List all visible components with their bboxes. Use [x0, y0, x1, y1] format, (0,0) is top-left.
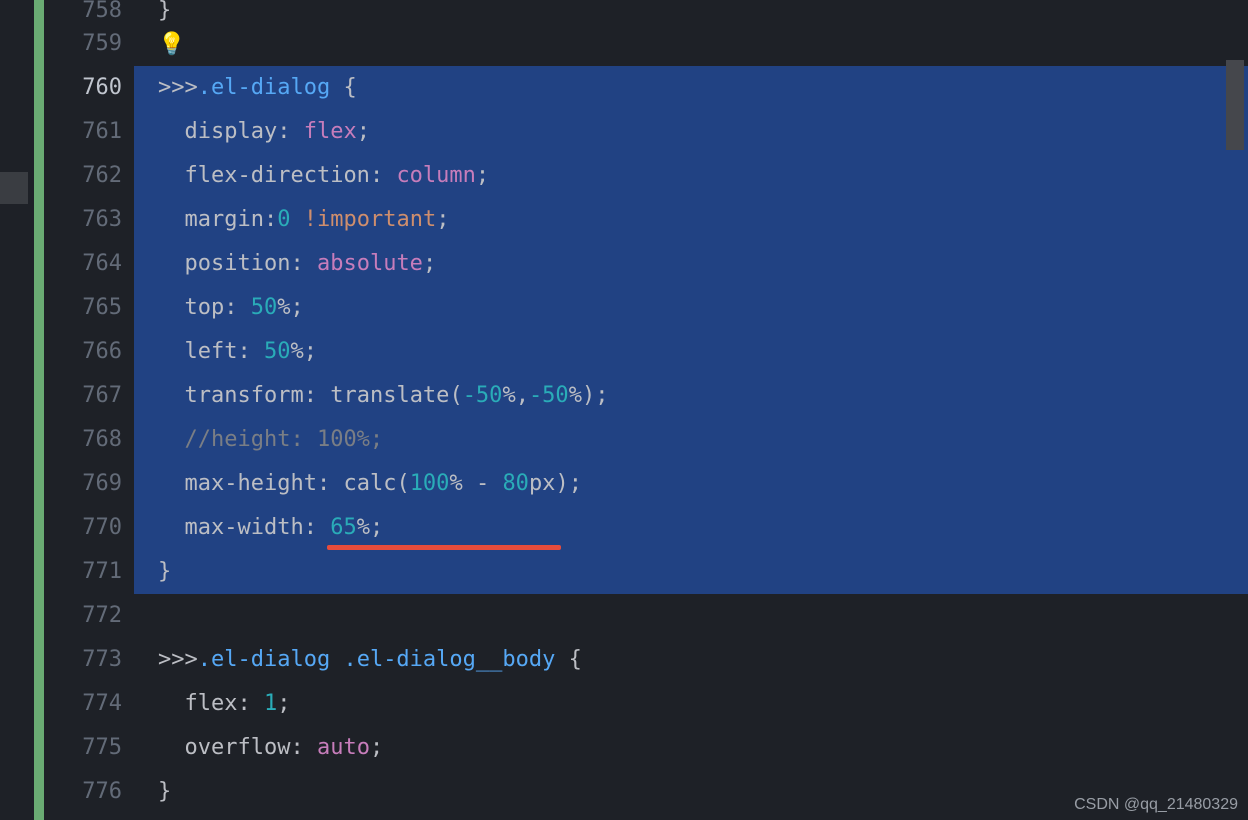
css-value: flex	[304, 119, 357, 144]
line-number: 762	[44, 154, 122, 198]
code-line[interactable]: }	[134, 550, 1248, 594]
brace: {	[569, 647, 582, 672]
editor-left-margin	[0, 0, 34, 820]
code-line[interactable]: top: 50%;	[134, 286, 1248, 330]
code-line[interactable]: overflow: auto;	[134, 726, 1248, 770]
css-unit: %	[290, 339, 303, 364]
line-number: 775	[44, 726, 122, 770]
line-numbers: 758 759 760 761 762 763 764 765 766 767 …	[44, 0, 134, 820]
code-line[interactable]: flex-direction: column;	[134, 154, 1248, 198]
brace: }	[158, 779, 171, 804]
css-unit: %	[449, 471, 462, 496]
code-line[interactable]: max-width: 65%;	[134, 506, 1248, 550]
css-property: display	[185, 119, 278, 144]
code-line[interactable]: transform: translate(-50%,-50%);	[134, 374, 1248, 418]
code-line[interactable]: display: flex;	[134, 110, 1248, 154]
css-number: -50	[529, 383, 569, 408]
css-property: left	[185, 339, 238, 364]
css-value: auto	[317, 735, 370, 760]
active-indicator	[0, 172, 28, 204]
css-property: top	[185, 295, 225, 320]
selector-class: .el-dialog	[198, 75, 330, 100]
css-number: 0	[277, 207, 290, 232]
css-value: column	[396, 163, 475, 188]
line-number: 763	[44, 198, 122, 242]
gutter: 758 759 760 761 762 763 764 765 766 767 …	[34, 0, 134, 820]
scrollbar-thumb[interactable]	[1226, 60, 1244, 150]
css-number: -50	[463, 383, 503, 408]
css-property: max-width	[185, 515, 304, 540]
css-value: absolute	[317, 251, 423, 276]
code-line[interactable]: //height: 100%;	[134, 418, 1248, 462]
code-area[interactable]: } 💡 >>>.el-dialog { display: flex; flex-…	[134, 0, 1248, 820]
code-line[interactable]: position: absolute;	[134, 242, 1248, 286]
css-unit: %	[502, 383, 515, 408]
css-property: transform	[185, 383, 304, 408]
operator: -	[476, 471, 489, 496]
line-number: 760	[44, 66, 122, 110]
line-number: 764	[44, 242, 122, 286]
line-number: 767	[44, 374, 122, 418]
code-line[interactable]: 💡	[134, 22, 1248, 66]
css-number: 65	[330, 515, 357, 540]
css-unit: %	[357, 515, 370, 540]
brace: }	[158, 559, 171, 584]
css-property: flex	[185, 691, 238, 716]
line-number: 772	[44, 594, 122, 638]
css-number: 50	[264, 339, 291, 364]
code-line[interactable]	[134, 594, 1248, 638]
line-number: 771	[44, 550, 122, 594]
line-number: 759	[44, 22, 122, 66]
css-function: translate	[330, 383, 449, 408]
css-unit: %	[277, 295, 290, 320]
line-number: 761	[44, 110, 122, 154]
brace: }	[158, 0, 171, 23]
css-unit: px	[529, 471, 556, 496]
css-comment: //height: 100%;	[185, 427, 384, 452]
code-line[interactable]: flex: 1;	[134, 682, 1248, 726]
combinator: >>>	[158, 75, 198, 100]
css-number: 50	[251, 295, 278, 320]
css-property: overflow	[185, 735, 291, 760]
selector-class: .el-dialog	[198, 647, 330, 672]
line-number: 774	[44, 682, 122, 726]
line-number: 758	[44, 0, 122, 22]
red-underline-annotation	[327, 545, 561, 550]
line-number: 768	[44, 418, 122, 462]
line-number: 765	[44, 286, 122, 330]
brace: {	[343, 75, 356, 100]
line-number: 766	[44, 330, 122, 374]
css-number: 1	[264, 691, 277, 716]
code-line[interactable]: margin:0 !important;	[134, 198, 1248, 242]
css-important: !important	[304, 207, 436, 232]
code-line[interactable]: }	[134, 0, 1248, 22]
css-unit: %	[569, 383, 582, 408]
line-number: 770	[44, 506, 122, 550]
code-line[interactable]: >>>.el-dialog .el-dialog__body {	[134, 638, 1248, 682]
css-property: flex-direction	[185, 163, 370, 188]
css-property: max-height	[185, 471, 317, 496]
selector-class: .el-dialog__body	[343, 647, 555, 672]
vcs-change-bar[interactable]	[34, 0, 44, 820]
watermark: CSDN @qq_21480329	[1074, 796, 1238, 814]
css-function: calc	[343, 471, 396, 496]
code-line[interactable]: max-height: calc(100% - 80px);	[134, 462, 1248, 506]
lightbulb-icon[interactable]: 💡	[158, 32, 185, 57]
css-property: position	[185, 251, 291, 276]
css-number: 100	[410, 471, 450, 496]
line-number: 769	[44, 462, 122, 506]
css-number: 80	[502, 471, 529, 496]
css-property: margin	[185, 207, 264, 232]
combinator: >>>	[158, 647, 198, 672]
code-line[interactable]: >>>.el-dialog {	[134, 66, 1248, 110]
line-number: 776	[44, 770, 122, 814]
code-editor[interactable]: 758 759 760 761 762 763 764 765 766 767 …	[0, 0, 1248, 820]
code-line[interactable]: left: 50%;	[134, 330, 1248, 374]
line-number: 773	[44, 638, 122, 682]
